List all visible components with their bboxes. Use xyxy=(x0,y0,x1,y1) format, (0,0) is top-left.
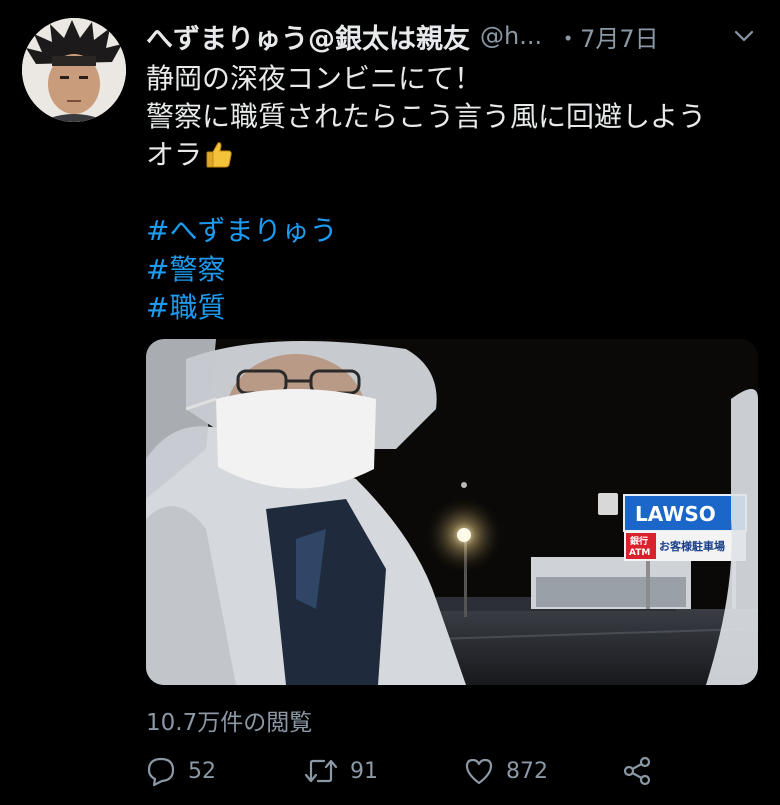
tweet-line: 静岡の深夜コンビニにて！ xyxy=(146,62,483,95)
tweet-line: 警察に職質されたらこう言う風に回避しよう xyxy=(146,100,707,133)
hashtag-link[interactable]: #職質 xyxy=(146,289,746,328)
reply-button[interactable]: 52 xyxy=(146,756,216,786)
hashtag-link[interactable]: #警察 xyxy=(146,251,746,290)
reply-icon xyxy=(146,756,176,786)
view-count: 10.7万件の閲覧 xyxy=(146,710,313,736)
atm-sign-line1: 銀行 xyxy=(630,535,648,547)
action-bar: 52 91 872 xyxy=(146,756,666,796)
tweet-header: へずまりゅう@銀太は親友 @h... ・7月7日 xyxy=(146,14,756,58)
avatar[interactable] xyxy=(22,18,126,122)
hashtag-list: #へずまりゅう #警察 #職質 xyxy=(146,212,746,328)
atm-sign-line2: ATM xyxy=(629,548,650,558)
reply-count: 52 xyxy=(188,758,216,784)
tweet-line-text: オラ xyxy=(146,138,203,171)
hashtag-link[interactable]: #へずまりゅう xyxy=(146,212,746,251)
like-button[interactable]: 872 xyxy=(464,756,548,786)
parking-sign-text: お客様駐車場 xyxy=(659,539,725,553)
retweet-count: 91 xyxy=(350,758,378,784)
retweet-icon xyxy=(304,756,338,786)
like-icon xyxy=(464,756,494,786)
tweet-video[interactable]: LAWSO 銀行 ATM お客様駐車場 xyxy=(146,339,758,685)
share-icon xyxy=(622,756,652,786)
thumbs-up-icon xyxy=(204,139,234,179)
avatar-image xyxy=(22,18,126,122)
tweet-line: オラ xyxy=(146,136,766,179)
tweet-text: 静岡の深夜コンビニにて！ 警察に職質されたらこう言う風に回避しよう オラ xyxy=(146,60,766,179)
chevron-down-icon[interactable] xyxy=(732,24,756,48)
display-name[interactable]: へずまりゅう@銀太は親友 xyxy=(146,17,470,56)
like-count: 872 xyxy=(506,758,548,784)
tweet-date[interactable]: ・7月7日 xyxy=(556,19,659,54)
retweet-button[interactable]: 91 xyxy=(304,756,378,786)
share-button[interactable] xyxy=(622,756,652,786)
store-sign-text: LAWSO xyxy=(635,502,716,526)
video-frame: LAWSO 銀行 ATM お客様駐車場 xyxy=(146,339,758,685)
user-handle[interactable]: @h... xyxy=(480,22,542,50)
